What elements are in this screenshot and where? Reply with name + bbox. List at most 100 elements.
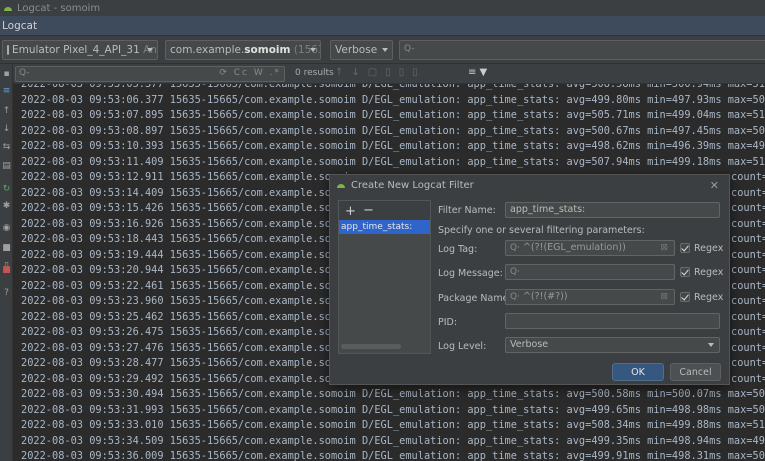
search-icon: Q· [510,292,520,302]
log-line: 2022-08-03 09:53:19.444 15635-15665/com.… [21,248,356,261]
log-line: 2022-08-03 09:53:20.944 15635-15665/com.… [21,264,356,276]
scroll-to-end-icon[interactable]: ≡ [2,87,11,96]
log-line: 2022-08-03 09:53:30.494 15635-15665/com.… [21,388,765,400]
log-level-dropdown[interactable]: Verbose [505,337,720,353]
log-line: 2022-08-03 09:53:36.009 15635-15665/com.… [21,450,765,461]
filter-hint: Specify one or several filtering paramet… [438,225,645,236]
log-line: 2022-08-03 09:53:07.895 15635-15665/com.… [21,109,765,121]
log-line: 2022-08-03 09:53:16.926 15635-15665/com.… [21,217,356,230]
log-line: 2022-08-03 09:53:33.010 15635-15665/com.… [21,419,765,431]
package-name-label: Package Name: [438,293,512,304]
log-line-count: count= [731,248,765,261]
pid-field[interactable] [505,313,720,329]
arrow-up-icon[interactable]: ↑ [2,107,11,116]
log-line: 2022-08-03 09:53:12.911 15635-15665/com.… [21,171,356,183]
log-line-count: count= [731,264,765,276]
horizontal-scrollbar[interactable] [341,344,401,349]
log-tag-regex-label: Regex [694,243,724,254]
gear-icon[interactable]: ✱ [2,202,11,211]
search-results-count: 0 results [295,68,334,78]
process-selector[interactable]: com.example.somoim (15635) [165,40,321,60]
chevron-down-icon [310,48,316,52]
log-line-count: count= [731,202,765,214]
remove-filter-button[interactable]: − [363,203,374,218]
dialog-title-bar: Create New Logcat Filter [330,175,729,195]
window-title-bar: Logcat - somoim [0,0,765,16]
package-name-value: ^(?!(#?)) [522,291,568,302]
log-line-count: count= [731,310,765,323]
log-line: 2022-08-03 09:53:26.475 15635-15665/com.… [21,326,356,338]
tool-window-tab-bar: Logcat [0,16,765,36]
cancel-button[interactable]: Cancel [670,363,721,381]
log-line-count: count= [731,217,765,230]
log-line: 2022-08-03 09:53:11.409 15635-15665/com.… [21,155,765,168]
log-tag-field[interactable]: Q· ^(?!(EGL_emulation)) ⊠ [505,240,675,256]
tab-logcat[interactable]: Logcat [2,20,37,32]
phone-icon [7,45,9,55]
filter-name-label: Filter Name: [438,205,496,216]
log-line-count: count= [731,295,765,307]
log-line: 2022-08-03 09:53:23.960 15635-15665/com.… [21,295,356,307]
log-line: 2022-08-03 09:53:25.462 15635-15665/com.… [21,310,356,323]
history-icon[interactable]: ⊠ [660,290,668,304]
filter-name-field[interactable]: app_time_stats: [505,202,720,218]
stop-icon[interactable]: ■ [2,266,11,275]
package-name-regex-label: Regex [694,292,724,303]
log-line-count: count= [731,233,765,245]
window-title: Logcat - somoim [17,2,101,14]
package-name-regex-checkbox[interactable] [680,292,690,302]
process-name: somoim [244,44,291,56]
log-line: 2022-08-03 09:53:08.897 15635-15665/com.… [21,124,765,137]
log-tag-regex-checkbox[interactable] [680,243,690,253]
search-icon: Q· [510,267,520,277]
add-filter-button[interactable]: + [345,204,356,219]
print-icon[interactable]: ▤ [2,162,11,171]
log-line-count: count= [731,341,765,354]
log-level-value: Verbose [335,44,378,56]
log-line: 2022-08-03 09:53:06.377 15635-15665/com.… [21,93,765,106]
logcat-search-input[interactable]: Q- [399,40,765,60]
android-icon [4,7,12,11]
help-icon[interactable]: ? [2,289,11,298]
screen-record-icon[interactable]: ■ [2,244,11,253]
log-message-field[interactable]: Q· [505,264,675,280]
restart-icon[interactable]: ↻ [2,185,11,194]
log-message-regex-checkbox[interactable] [680,267,690,277]
log-message-regex-label: Regex [694,267,724,278]
search-options[interactable]: ⟳ Cc W .* [219,68,281,78]
search-icon: Q· [510,243,520,253]
log-level-selector[interactable]: Verbose [330,40,393,60]
search-nav-icons[interactable]: ↑↓▢▯▯▯ [335,67,426,78]
log-line-count: count= [731,372,765,385]
log-line: 2022-08-03 09:53:15.426 15635-15665/com.… [21,202,356,214]
ok-button[interactable]: OK [612,363,664,381]
trash-icon[interactable]: ▪ [2,70,11,79]
log-line-count: count= [731,279,765,292]
device-name: Emulator Pixel_4_API_31 [12,44,140,56]
logcat-toolbar: Emulator Pixel_4_API_31 Androi com.examp… [0,36,765,64]
log-line: 2022-08-03 09:53:18.443 15635-15665/com.… [21,233,356,245]
log-line-count: count= [731,326,765,338]
search-icon: Q- [19,68,30,78]
filter-list-item[interactable]: app_time_stats: [339,220,430,234]
filter-search-input[interactable]: Q- ⟳ Cc W .* [15,66,285,82]
log-line: 2022-08-03 09:53:14.409 15635-15665/com.… [21,186,356,199]
logcat-side-toolbar: ▪ ≡ ↑ ↓ ⇆ ▤ ↻ ✱ ◉ ■ ▯ ■ ? [0,64,13,461]
log-line: 2022-08-03 09:53:22.461 15635-15665/com.… [21,279,356,292]
package-name-field[interactable]: Q· ^(?!(#?)) ⊠ [505,289,675,305]
dialog-title: Create New Logcat Filter [351,179,474,191]
log-line: 2022-08-03 09:53:27.476 15635-15665/com.… [21,341,356,354]
device-selector[interactable]: Emulator Pixel_4_API_31 Androi [2,40,158,60]
log-line: 2022-08-03 09:53:31.993 15635-15665/com.… [21,403,765,416]
close-icon[interactable]: ✕ [710,179,719,192]
process-prefix: com.example. [170,44,245,56]
history-icon[interactable]: ⊠ [660,241,668,255]
log-line-count: count= [731,357,765,369]
screenshot-icon[interactable]: ◉ [2,224,11,233]
arrow-down-icon[interactable]: ↓ [2,125,11,134]
log-line: 2022-08-03 09:53:28.477 15635-15665/com.… [21,357,356,369]
soft-wrap-icon[interactable]: ⇆ [2,143,11,152]
log-level-label: Log Level: [438,341,487,352]
create-logcat-filter-dialog: Create New Logcat Filter ✕ + − app_time_… [329,174,730,385]
filter-icon[interactable]: ≡ ▼ [468,67,487,78]
